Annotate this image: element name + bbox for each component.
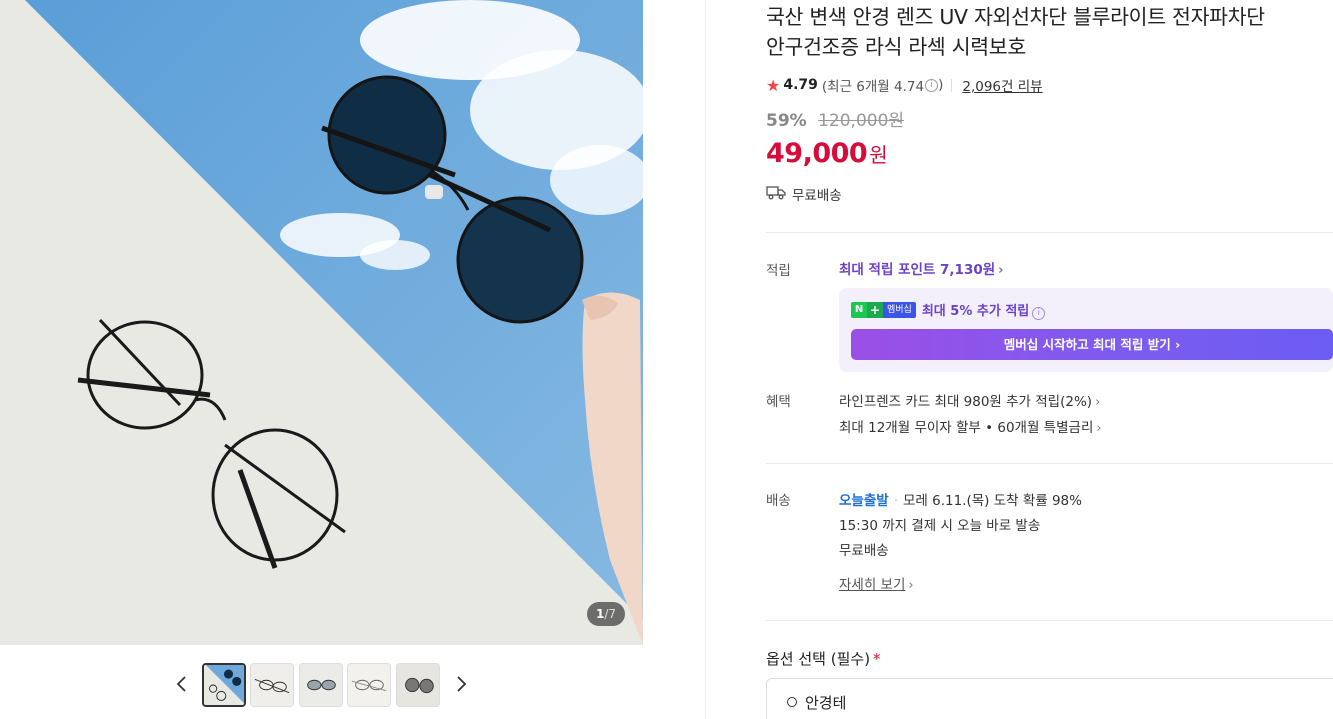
benefit-card-link[interactable]: 라인프렌즈 카드 최대 980원 추가 적립(2%) › [839, 390, 1100, 410]
discount-row: 59% 120,000원 [766, 110, 904, 132]
option-dropdown[interactable]: 안경테 [766, 678, 1333, 719]
points-label: 적립 [766, 263, 791, 279]
recent-rating: (최근 6개월 4.74 [821, 79, 925, 95]
option-title-text: 옵션 선택 (필수) [766, 650, 871, 668]
thumbnail-1[interactable] [202, 663, 246, 707]
today-dispatch-badge: 오늘출발 [839, 493, 889, 509]
product-page: 1/7 국산 변색 안경 렌즈 UV 자외선차단 블루라이트 전자파차단 안구건… [0, 0, 1333, 719]
thumbnail-4[interactable] [347, 663, 391, 707]
recent-rating-close: ) [938, 77, 944, 93]
thumbnail-2[interactable] [250, 663, 294, 707]
rating-separator [951, 78, 953, 92]
membership-button-label: 멤버십 시작하고 최대 적립 받기 [1003, 337, 1171, 352]
logo-n: N [851, 302, 867, 318]
radio-icon [787, 697, 797, 707]
product-info: 국산 변색 안경 렌즈 UV 자외선차단 블루라이트 전자파차단 안구건조증 라… [766, 0, 1333, 719]
product-main-image[interactable] [0, 0, 643, 645]
max-points-text: 최대 적립 포인트 7,130원 [839, 262, 996, 278]
option-select-title: 옵션 선택 (필수) * [766, 648, 881, 669]
benefit-installment-link[interactable]: 최대 12개월 무이자 할부 • 60개월 특별금리 › [839, 416, 1102, 436]
glasses-photo [0, 0, 643, 645]
truck-icon [766, 184, 792, 204]
naverplus-logo: N + 멤버십 [851, 302, 916, 318]
thumbnail-strip [0, 660, 643, 710]
product-gallery: 1/7 [0, 0, 705, 719]
benefit-installment-text: 최대 12개월 무이자 할부 • 60개월 특별금리 [839, 420, 1094, 436]
section-divider [766, 620, 1333, 621]
arrival-estimate: 모레 6.11.(목) 도착 확률 98% [902, 493, 1082, 509]
chevron-right-icon: › [1096, 421, 1102, 436]
product-title: 국산 변색 안경 렌즈 UV 자외선차단 블루라이트 전자파차단 안구건조증 라… [766, 2, 1333, 62]
delivery-detail-link[interactable]: 자세히 보기 › [839, 573, 914, 593]
delivery-cutoff: 15:30 까지 결제 시 오늘 바로 발송 [839, 518, 1041, 534]
delivery-arrival-row: 오늘출발 · 모레 6.11.(목) 도착 확률 98% [839, 489, 1082, 509]
rating-score: 4.79 [783, 77, 818, 93]
star-icon: ★ [766, 75, 781, 95]
shipping-row: 무료배송 [766, 184, 842, 204]
image-counter-total: /7 [604, 607, 617, 621]
image-counter: 1/7 [587, 602, 625, 626]
required-mark: * [873, 650, 881, 668]
benefits-label: 혜택 [766, 394, 791, 410]
original-price: 120,000원 [818, 111, 905, 131]
sale-price-row: 49,000 원 [766, 138, 888, 169]
membership-box: N + 멤버십 최대 5% 추가 적립 i 멤버십 시작하고 최대 적립 받기 › [839, 288, 1333, 372]
option-label: 안경테 [805, 694, 847, 712]
membership-info: N + 멤버십 최대 5% 추가 적립 i [851, 300, 1046, 320]
column-divider [705, 0, 706, 719]
membership-start-button[interactable]: 멤버십 시작하고 최대 적립 받기 › [851, 329, 1333, 360]
chevron-right-icon: › [1175, 337, 1181, 352]
logo-plus: + [867, 302, 883, 318]
chevron-right-icon: › [908, 578, 914, 593]
thumbnail-3[interactable] [299, 663, 343, 707]
delivery-label: 배송 [766, 493, 791, 509]
section-divider [766, 463, 1333, 464]
delivery-free: 무료배송 [839, 543, 889, 559]
product-title-line-1: 국산 변색 안경 렌즈 UV 자외선차단 블루라이트 전자파차단 [766, 5, 1265, 29]
max-points-link[interactable]: 최대 적립 포인트 7,130원 › [839, 258, 1004, 278]
info-icon[interactable]: i [1032, 307, 1046, 320]
dot-separator: · [893, 493, 898, 509]
section-divider [766, 232, 1333, 233]
delivery-detail-label: 자세히 보기 [839, 577, 906, 593]
sale-price: 49,000 [766, 138, 868, 169]
info-icon[interactable]: i [925, 78, 939, 92]
rating-row: ★ 4.79 (최근 6개월 4.74 i ) 2,096건 리뷰 [766, 74, 1043, 96]
review-count-link[interactable]: 2,096건 리뷰 [962, 75, 1042, 95]
discount-rate: 59% [766, 111, 807, 131]
chevron-right-icon[interactable] [449, 672, 473, 696]
shipping-label: 무료배송 [792, 188, 842, 204]
membership-extra-text: 최대 5% 추가 적립 i [921, 300, 1046, 320]
thumbnail-5[interactable] [396, 663, 440, 707]
price-unit: 원 [869, 143, 888, 167]
product-title-line-2: 안구건조증 라식 라섹 시력보호 [766, 35, 1026, 59]
benefit-card-text: 라인프렌즈 카드 최대 980원 추가 적립(2%) [839, 394, 1093, 410]
membership-extra-label: 최대 5% 추가 적립 [921, 304, 1030, 319]
chevron-right-icon: › [998, 263, 1004, 278]
chevron-left-icon[interactable] [170, 672, 194, 696]
chevron-right-icon: › [1095, 395, 1101, 410]
logo-membership: 멤버십 [883, 302, 916, 318]
